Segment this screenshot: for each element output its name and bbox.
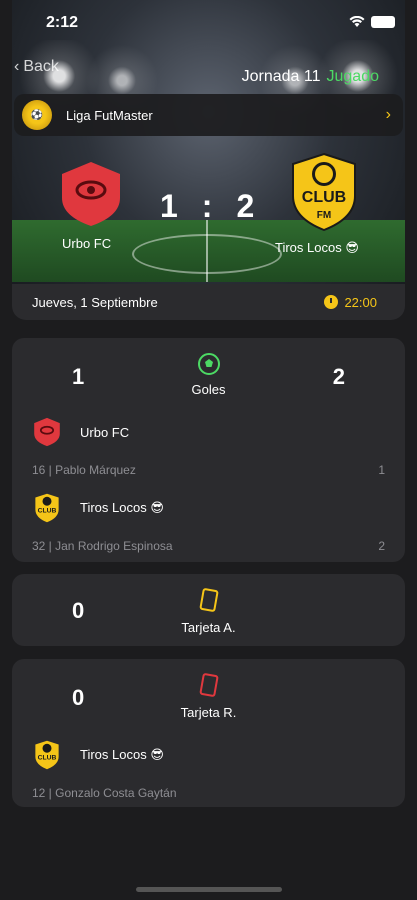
yellow-cards-card: 0 Tarjeta A. xyxy=(12,574,405,646)
red-card-player-name: 12 | Gonzalo Costa Gaytán xyxy=(32,786,177,800)
goals-label: Goles xyxy=(191,382,226,397)
goal-event-player: 32 | Jan Rodrigo Espinosa 2 xyxy=(12,526,405,566)
svg-text:FM: FM xyxy=(317,210,331,221)
home-shield-icon xyxy=(62,162,120,226)
wifi-icon xyxy=(349,16,365,27)
home-score: 1 xyxy=(160,188,180,224)
scoreboard: 1 : 2 xyxy=(160,188,256,225)
score-separator: : xyxy=(201,188,215,224)
goal-player-count: 2 xyxy=(378,539,385,553)
back-button[interactable]: ‹ Back xyxy=(14,58,59,76)
red-card-icon xyxy=(199,673,218,697)
goal-player-name: 32 | Jan Rodrigo Espinosa xyxy=(32,539,173,553)
kickoff: 22:00 xyxy=(324,295,377,310)
round-label: Jornada 11 xyxy=(241,68,321,85)
chevron-left-icon: ‹ xyxy=(14,58,20,75)
red-card-event-player: 12 | Gonzalo Costa Gaytán xyxy=(12,773,405,813)
goals-header: Goles xyxy=(12,352,405,397)
red-cards-label: Tarjeta R. xyxy=(180,705,237,720)
svg-text:CLUB: CLUB xyxy=(38,755,57,762)
round-header: Jornada 11 Jugado xyxy=(242,68,379,86)
away-shield-icon: CLUB xyxy=(35,493,59,523)
back-label: Back xyxy=(23,58,59,75)
center-circle xyxy=(132,234,282,274)
goal-player-count: 1 xyxy=(378,463,385,477)
red-card-event-team-name: Tiros Locos 😎 xyxy=(80,747,164,762)
away-shield-icon: CLUB FM xyxy=(292,152,356,232)
away-score: 2 xyxy=(236,188,257,224)
red-card-event-team: CLUB Tiros Locos 😎 xyxy=(12,737,405,773)
goals-summary: 1 Goles 2 xyxy=(12,338,405,408)
match-date: Jueves, 1 Septiembre xyxy=(32,294,158,310)
status-icons xyxy=(349,16,395,28)
goals-card: 1 Goles 2 Urbo FC 16 | Pablo Márquez 1 C… xyxy=(12,338,405,562)
home-team-name: Urbo FC xyxy=(62,236,112,251)
league-name: Liga FutMaster xyxy=(66,107,153,123)
red-cards-summary: 0 Tarjeta R. xyxy=(12,659,405,729)
match-datetime-bar: Jueves, 1 Septiembre 22:00 xyxy=(12,284,405,320)
kickoff-time: 22:00 xyxy=(344,294,377,310)
goal-event-team-name: Tiros Locos 😎 xyxy=(80,500,164,515)
league-logo-icon: ⚽ xyxy=(22,100,52,130)
goal-event-team-name: Urbo FC xyxy=(80,424,130,440)
yellow-cards-header: Tarjeta A. xyxy=(12,588,405,635)
goal-event-player: 16 | Pablo Márquez 1 xyxy=(12,450,405,490)
yellow-cards-summary: 0 Tarjeta A. xyxy=(12,574,405,644)
away-team-name: Tiros Locos 😎 xyxy=(275,240,359,255)
svg-text:CLUB: CLUB xyxy=(302,189,346,206)
yellow-card-icon xyxy=(199,588,218,612)
battery-icon xyxy=(371,16,395,28)
svg-text:CLUB: CLUB xyxy=(38,508,57,515)
goal-event-team: CLUB Tiros Locos 😎 xyxy=(12,490,405,526)
home-crest[interactable] xyxy=(58,160,124,233)
clock-icon xyxy=(324,295,339,309)
red-cards-card: 0 Tarjeta R. CLUB Tiros Locos 😎 12 | Gon… xyxy=(12,659,405,807)
yellow-cards-label: Tarjeta A. xyxy=(181,620,236,635)
home-indicator[interactable] xyxy=(136,887,282,892)
away-shield-icon: CLUB xyxy=(35,740,59,770)
league-row[interactable]: ⚽ Liga FutMaster › xyxy=(14,94,403,136)
away-crest[interactable]: CLUB FM xyxy=(289,152,359,237)
chevron-right-icon: › xyxy=(385,106,391,123)
status-time: 2:12 xyxy=(46,14,79,31)
soccer-ball-icon xyxy=(197,353,220,375)
goal-player-name: 16 | Pablo Márquez xyxy=(32,463,136,477)
goal-event-team: Urbo FC xyxy=(12,414,405,450)
red-cards-header: Tarjeta R. xyxy=(12,673,405,720)
away-goals-count: 2 xyxy=(332,364,345,389)
match-state: Jugado xyxy=(326,68,380,85)
home-shield-icon xyxy=(34,417,60,447)
